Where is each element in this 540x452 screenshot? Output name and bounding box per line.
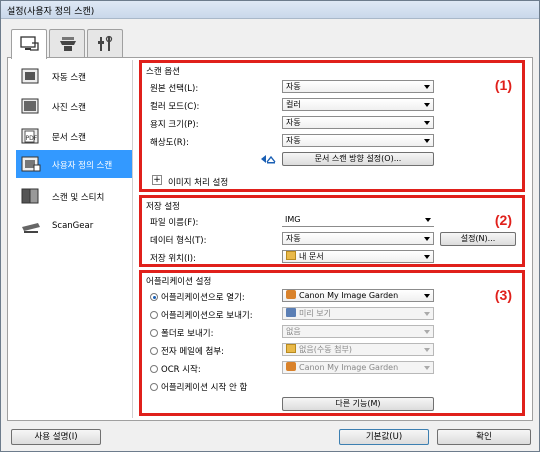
radio-indicator <box>150 383 158 391</box>
section-number: (3) <box>494 287 512 303</box>
sidebar-item-label: 스캔 및 스티치 <box>52 193 105 203</box>
tab-scan-from-computer[interactable] <box>11 29 47 59</box>
send-to-app-select[interactable]: 미리 보기 <box>282 307 434 320</box>
attach-email-select[interactable]: 없음(수동 첨부) <box>282 343 434 356</box>
section-title: 어플리케이션 설정 <box>146 277 212 287</box>
sidebar-item-label: ScanGear <box>52 221 94 231</box>
format-settings-button[interactable]: 설정(N)... <box>440 232 516 246</box>
sidebar: 자동 스캔 사진 스캔 PDF 문서 스캔 사용자 정의 스캔 스캔 및 스티치… <box>16 62 134 417</box>
chevron-down-icon <box>424 330 430 334</box>
open-with-app-radio[interactable]: 어플리케이션으로 열기: <box>150 291 245 303</box>
ok-button[interactable]: 확인 <box>437 429 531 445</box>
color-mode-select[interactable]: 컬러 <box>282 98 434 111</box>
radio-indicator <box>150 329 158 337</box>
preview-app-icon <box>286 308 296 317</box>
no-app-radio[interactable]: 어플리케이션 시작 안 함 <box>150 381 247 393</box>
scan-options-section: 스캔 옵션 (1) 원본 선택(L): 자동 컬러 모드(C): 컬러 용지 크… <box>139 60 525 192</box>
tab-scan-from-panel[interactable] <box>49 29 85 57</box>
sidebar-item-label: 사용자 정의 스캔 <box>52 161 113 171</box>
instructions-button[interactable]: 사용 설명(I) <box>11 429 101 445</box>
chevron-down-icon <box>424 312 430 316</box>
computer-scan-icon <box>20 36 39 51</box>
application-settings-section: 어플리케이션 설정 (3) 어플리케이션으로 열기: Canon My Imag… <box>139 270 525 416</box>
sidebar-item-auto-scan[interactable]: 자동 스캔 <box>16 62 134 90</box>
section-title: 저장 설정 <box>146 202 180 212</box>
source-label: 원본 선택(L): <box>150 84 199 94</box>
expand-image-processing-button[interactable]: + <box>152 175 162 185</box>
sidebar-item-stitch[interactable]: 스캔 및 스티치 <box>16 182 134 210</box>
scanner-icon <box>60 37 76 51</box>
save-in-select[interactable]: 내 문서 <box>282 250 434 263</box>
save-in-label: 저장 위치(I): <box>150 254 196 264</box>
sidebar-item-label: 자동 스캔 <box>52 73 86 83</box>
garden-app-icon <box>286 290 296 299</box>
folder-icon <box>286 344 296 353</box>
save-settings-section: 저장 설정 (2) 파일 이름(F): IMG 데이터 형식(T): 자동 설정… <box>139 195 525 267</box>
color-mode-label: 컬러 모드(C): <box>150 102 200 112</box>
stitch-icon <box>21 188 39 204</box>
data-format-label: 데이터 형식(T): <box>150 236 207 246</box>
auto-scan-icon <box>21 68 39 84</box>
chevron-down-icon <box>424 237 430 241</box>
orientation-icon <box>261 155 276 164</box>
sidebar-item-scangear[interactable]: ScanGear <box>16 212 134 240</box>
attach-email-radio[interactable]: 전자 메일에 첨부: <box>150 345 224 357</box>
section-number: (1) <box>494 77 512 93</box>
resolution-label: 해상도(R): <box>150 138 189 148</box>
filename-combobox[interactable]: IMG <box>282 214 434 227</box>
open-with-app-select[interactable]: Canon My Image Garden <box>282 289 434 302</box>
sidebar-item-label: 사진 스캔 <box>52 103 86 113</box>
tab-general-settings[interactable] <box>87 29 123 57</box>
source-select[interactable]: 자동 <box>282 80 434 93</box>
paper-size-label: 용지 크기(P): <box>150 120 199 130</box>
chevron-down-icon <box>424 255 430 259</box>
tools-icon <box>98 35 113 51</box>
orientation-settings-button[interactable]: 문서 스캔 방향 설정(O)... <box>282 152 434 166</box>
window-title: 설정(사용자 정의 스캔) <box>7 7 95 17</box>
custom-scan-icon <box>21 156 41 172</box>
settings-panel: 스캔 옵션 (1) 원본 선택(L): 자동 컬러 모드(C): 컬러 용지 크… <box>132 60 528 418</box>
chevron-down-icon <box>424 121 430 125</box>
more-functions-button[interactable]: 다른 기능(M) <box>282 397 434 411</box>
radio-indicator <box>150 365 158 373</box>
chevron-down-icon <box>424 348 430 352</box>
sidebar-item-custom-scan[interactable]: 사용자 정의 스캔 <box>16 150 134 178</box>
send-to-folder-radio[interactable]: 폴더로 보내기: <box>150 327 214 339</box>
chevron-down-icon <box>424 366 430 370</box>
svg-text:PDF: PDF <box>26 135 38 142</box>
chevron-down-icon <box>424 139 430 143</box>
radio-indicator <box>150 347 158 355</box>
title-bar: 설정(사용자 정의 스캔) <box>1 1 539 19</box>
resolution-select[interactable]: 자동 <box>282 134 434 147</box>
content-area: 자동 스캔 사진 스캔 PDF 문서 스캔 사용자 정의 스캔 스캔 및 스티치… <box>7 57 533 421</box>
chevron-down-icon <box>425 218 431 222</box>
send-to-app-radio[interactable]: 어플리케이션으로 보내기: <box>150 309 253 321</box>
filename-label: 파일 이름(F): <box>150 218 199 228</box>
section-title: 스캔 옵션 <box>146 67 180 77</box>
chevron-down-icon <box>424 85 430 89</box>
send-to-folder-select[interactable]: 없음 <box>282 325 434 338</box>
start-ocr-select[interactable]: Canon My Image Garden <box>282 361 434 374</box>
sidebar-item-document-scan[interactable]: PDF 문서 스캔 <box>16 122 134 150</box>
scangear-icon <box>22 223 40 233</box>
garden-app-icon <box>286 362 296 371</box>
sidebar-item-label: 문서 스캔 <box>52 133 86 143</box>
sidebar-item-photo-scan[interactable]: 사진 스캔 <box>16 92 134 120</box>
radio-indicator <box>150 311 158 319</box>
chevron-down-icon <box>424 103 430 107</box>
document-scan-icon: PDF <box>21 128 39 144</box>
photo-scan-icon <box>21 98 39 114</box>
paper-size-select[interactable]: 자동 <box>282 116 434 129</box>
radio-indicator <box>150 293 158 301</box>
settings-window: 설정(사용자 정의 스캔) 자동 스캔 사진 스캔 PDF 문서 스캔 사용자 … <box>0 0 540 452</box>
image-processing-label: 이미지 처리 설정 <box>168 178 229 188</box>
section-number: (2) <box>494 212 512 228</box>
start-ocr-radio[interactable]: OCR 시작: <box>150 363 201 375</box>
data-format-select[interactable]: 자동 <box>282 232 434 245</box>
folder-icon <box>286 251 296 260</box>
defaults-button[interactable]: 기본값(U) <box>339 429 429 445</box>
chevron-down-icon <box>424 294 430 298</box>
